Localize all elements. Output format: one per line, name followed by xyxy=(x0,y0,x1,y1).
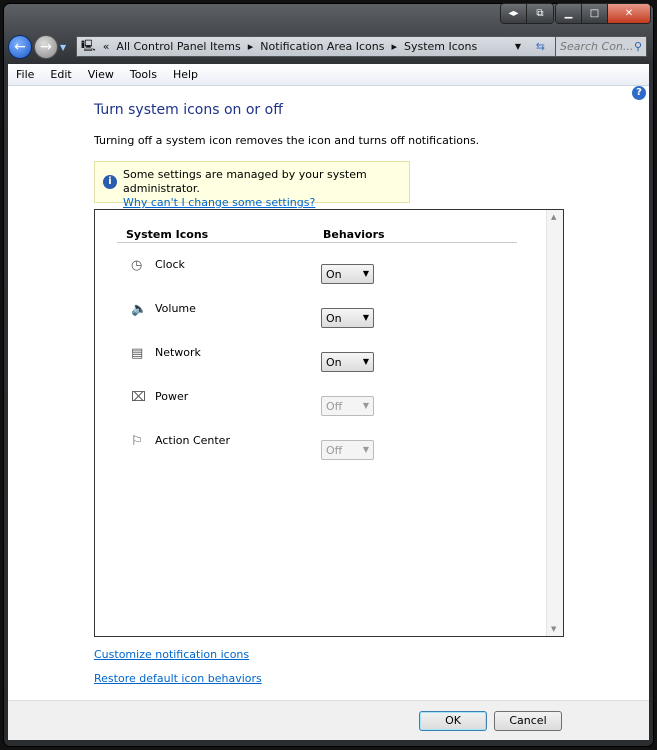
column-header-system-icons: System Icons xyxy=(126,228,209,241)
breadcrumb-system-icons[interactable]: System Icons xyxy=(404,40,477,53)
ok-button[interactable]: OK xyxy=(419,711,487,731)
row-volume: 🔈 Volume On ▼ xyxy=(131,302,381,328)
computer-icon: 🖳 xyxy=(81,39,96,52)
power-icon: ⌧ xyxy=(131,390,146,405)
row-label: Power xyxy=(155,390,189,403)
dropdown-arrow-icon: ▼ xyxy=(362,445,369,454)
power-behavior-select: Off ▼ xyxy=(321,396,374,416)
dropdown-arrow-icon: ▼ xyxy=(362,401,369,410)
header-divider xyxy=(117,242,517,243)
dialog-footer: OK Cancel xyxy=(8,700,649,740)
refresh-icon[interactable]: ⇆ xyxy=(536,40,545,53)
customize-notification-icons-link[interactable]: Customize notification icons xyxy=(94,648,249,661)
select-value: On xyxy=(326,356,342,369)
chevron-right-icon[interactable]: ▸ xyxy=(248,40,254,53)
clock-icon: ◷ xyxy=(131,258,143,273)
info-text: Some settings are managed by your system… xyxy=(123,168,367,195)
dropdown-arrow-icon: ▼ xyxy=(362,269,369,278)
system-icons-list: System Icons Behaviors ◷ Clock On ▼ 🔈 Volume… xyxy=(94,209,564,637)
network-behavior-select[interactable]: On ▼ xyxy=(321,352,374,372)
row-label: Volume xyxy=(155,302,196,315)
dropdown-arrow-icon: ▼ xyxy=(362,313,369,322)
breadcrumb-notification-area-icons[interactable]: Notification Area Icons xyxy=(260,40,384,53)
row-action-center: ⚐ Action Center Off ▼ xyxy=(131,434,381,460)
menu-view[interactable]: View xyxy=(80,68,122,81)
menu-edit[interactable]: Edit xyxy=(42,68,79,81)
cancel-button[interactable]: Cancel xyxy=(494,711,562,731)
action-center-behavior-select: Off ▼ xyxy=(321,440,374,460)
info-icon: i xyxy=(103,175,117,189)
vertical-scrollbar[interactable]: ▲ ▼ xyxy=(546,210,563,636)
row-clock: ◷ Clock On ▼ xyxy=(131,258,381,284)
restore-default-behaviors-link[interactable]: Restore default icon behaviors xyxy=(94,672,262,685)
admin-info-banner: i Some settings are managed by your syst… xyxy=(94,161,410,209)
clock-behavior-select[interactable]: On ▼ xyxy=(321,264,374,284)
menu-file[interactable]: File xyxy=(8,68,42,81)
search-input[interactable]: Search Con... ⚲ xyxy=(555,36,647,57)
snap-button[interactable]: ⧉ xyxy=(527,4,553,23)
chevron-right-icon[interactable]: ▸ xyxy=(391,40,397,53)
menu-help[interactable]: Help xyxy=(165,68,206,81)
minimize-button[interactable]: ▁ xyxy=(556,4,582,23)
search-placeholder: Search Con... xyxy=(560,40,634,53)
row-network: ▤ Network On ▼ xyxy=(131,346,381,372)
extra-caption-buttons: ◂▸ ⧉ xyxy=(500,3,554,24)
content-pane: ? Turn system icons on or off Turning of… xyxy=(8,86,649,700)
select-value: On xyxy=(326,312,342,325)
column-header-behaviors: Behaviors xyxy=(323,228,385,241)
flag-icon: ⚐ xyxy=(131,434,143,449)
select-value: Off xyxy=(326,400,343,413)
address-dropdown-icon[interactable]: ▼ xyxy=(515,42,521,51)
select-value: Off xyxy=(326,444,343,457)
row-label: Action Center xyxy=(155,434,230,447)
volume-icon: 🔈 xyxy=(131,302,148,317)
close-button[interactable]: ✕ xyxy=(608,4,650,23)
forward-button[interactable]: → xyxy=(34,35,58,59)
navigation-bar: ← → ▼ 🖳 « All Control Panel Items ▸ Notif… xyxy=(8,34,649,60)
select-value: On xyxy=(326,268,342,281)
back-button[interactable]: ← xyxy=(8,35,32,59)
row-label: Clock xyxy=(155,258,185,271)
page-title: Turn system icons on or off xyxy=(94,102,283,118)
network-icon: ▤ xyxy=(131,346,144,361)
row-label: Network xyxy=(155,346,201,359)
search-icon[interactable]: ⚲ xyxy=(634,40,642,53)
maximize-button[interactable]: □ xyxy=(582,4,608,23)
recent-pages-dropdown[interactable]: ▼ xyxy=(60,43,66,52)
breadcrumb-overflow[interactable]: « xyxy=(103,40,110,53)
page-description: Turning off a system icon removes the ic… xyxy=(94,134,480,147)
help-icon[interactable]: ? xyxy=(632,86,646,100)
row-power: ⌧ Power Off ▼ xyxy=(131,390,381,416)
scroll-down-icon[interactable]: ▼ xyxy=(551,625,556,633)
caption-buttons: ▁ □ ✕ xyxy=(555,3,651,24)
layout-button[interactable]: ◂▸ xyxy=(501,4,527,23)
scroll-up-icon[interactable]: ▲ xyxy=(551,213,556,221)
dropdown-arrow-icon: ▼ xyxy=(362,357,369,366)
volume-behavior-select[interactable]: On ▼ xyxy=(321,308,374,328)
why-cant-i-change-link[interactable]: Why can't I change some settings? xyxy=(123,196,315,209)
menu-tools[interactable]: Tools xyxy=(122,68,165,81)
breadcrumb-all-control-panel-items[interactable]: All Control Panel Items xyxy=(116,40,240,53)
address-bar[interactable]: 🖳 « All Control Panel Items ▸ Notificatio… xyxy=(76,36,557,57)
menu-bar: File Edit View Tools Help xyxy=(8,64,649,86)
